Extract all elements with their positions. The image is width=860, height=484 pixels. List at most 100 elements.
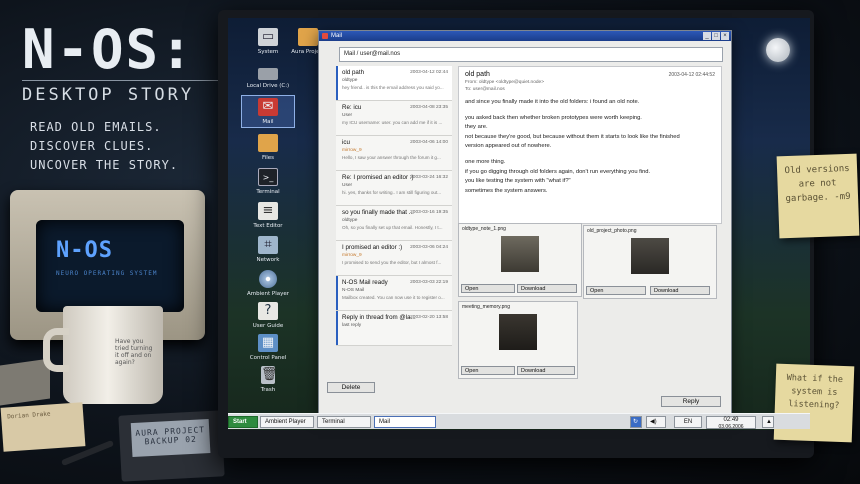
body-line: version appeared out of nowhere. [465, 143, 552, 150]
message-item[interactable]: old path 2003-04-12 02:44 oldtype hey frien… [336, 66, 452, 101]
message-reader: old path 2003-04-12 02:44:52 From: oldty… [458, 66, 722, 224]
attachment-card: old_project_photo.png Open Download [583, 225, 717, 299]
trash-icon: 🗑 [261, 366, 278, 384]
body-line: not because they're good, but because wi… [465, 133, 680, 140]
icon-label: Terminal [256, 189, 280, 195]
coffee-mug: Have you tried turning it off and on aga… [43, 306, 163, 404]
message-from: mirrow_9 [342, 148, 362, 153]
notification-bell-icon[interactable]: ▲ [762, 416, 774, 428]
open-message-to: To: user@mail.nos [465, 86, 505, 92]
mug-text: Have you tried turning it off and on aga… [115, 338, 153, 366]
terminal-icon: >_ [258, 168, 278, 186]
message-from: mirrow_9 [342, 253, 362, 258]
icon-label: Local Drive (C:) [246, 83, 290, 89]
message-preview: Oh, so you finally set up that email. Ho… [342, 225, 443, 230]
clock-time: 02:49 [723, 417, 739, 423]
desktop-icon-control-panel[interactable]: ▦ Control Panel [242, 334, 294, 361]
message-item[interactable]: Re: icu 2003-04-08 23:35 User my ICU userna… [336, 101, 452, 136]
taskbar: Start Ambient Player Terminal Mail ↻ ◀) … [228, 413, 810, 430]
message-date: 2003-03-03 22:19 [410, 280, 448, 285]
attachment-name: old_project_photo.png [587, 228, 637, 234]
message-item[interactable]: Reply in thread from @la... 2003-02-20 13… [336, 311, 452, 346]
message-date: 2003-03-16 19:35 [410, 210, 448, 215]
folder-icon [298, 28, 318, 46]
scene-background: N-OS: DESKTOP STORY READ OLD EMAILS. DIS… [0, 0, 860, 484]
message-item[interactable]: Re: I promised an editor :) 2003-03-24 16… [336, 171, 452, 206]
desktop-icon-trash[interactable]: 🗑 Trash [242, 366, 294, 393]
open-button[interactable]: Open [586, 286, 646, 295]
download-button[interactable]: Download [517, 284, 577, 293]
moon [766, 38, 790, 62]
message-preview: I promised to send you the editor, but I… [342, 260, 442, 265]
desktop-icon-local-drive[interactable]: Local Drive (C:) [242, 64, 294, 89]
icon-label: Files [261, 155, 275, 161]
message-item[interactable]: so you finally made that ... 2003-03-16 1… [336, 206, 452, 241]
sticky-note: What if the system is listening? [773, 363, 855, 443]
open-button[interactable]: Open [461, 366, 515, 375]
attachment-card: oldtype_note_1.png Open Download [458, 223, 582, 297]
icon-label: User Guide [252, 323, 284, 329]
crt-title: N-OS [56, 238, 113, 263]
message-item[interactable]: icu 2003-04-06 14:00 mirrow_9 Hello, I saw … [336, 136, 452, 171]
message-preview: my ICU username: user. you can add me if… [342, 120, 443, 125]
minimize-icon[interactable]: _ [703, 32, 711, 40]
message-from: oldtype [342, 78, 358, 83]
help-icon: ? [258, 302, 278, 320]
message-preview: hey friend.. is this the email address y… [342, 85, 444, 90]
desktop-icon-files[interactable]: Files [242, 134, 294, 161]
floppy-disk: AURA PROJECT BACKUP 02 [118, 410, 225, 482]
tagline: DISCOVER CLUES. [30, 139, 154, 153]
clock[interactable]: 02:49 03.06.2006 [706, 416, 756, 430]
network-tray-icon[interactable]: ↻ [630, 416, 642, 428]
close-icon[interactable]: × [721, 32, 729, 40]
crt-screen: N-OS NEURO OPERATING SYSTEM [36, 220, 184, 312]
paper-card: Dorian Drake [0, 402, 86, 452]
delete-button[interactable]: Delete [327, 382, 375, 393]
taskbar-item-ambient-player[interactable]: Ambient Player [260, 416, 314, 428]
body-line: and since you finally made it into the o… [465, 99, 640, 105]
floppy-label: AURA PROJECT BACKUP 02 [130, 419, 211, 458]
download-button[interactable]: Download [517, 366, 575, 375]
desktop-icon-network[interactable]: ⌗ Network [242, 236, 294, 263]
taskbar-item-terminal[interactable]: Terminal [317, 416, 371, 428]
taskbar-item-mail[interactable]: Mail [374, 416, 436, 428]
attachment-thumbnail [499, 314, 537, 350]
open-message-body: and since you finally made it into the o… [465, 98, 715, 196]
message-date: 2003-02-20 13:58 [410, 315, 448, 320]
window-title: Mail [331, 33, 343, 39]
desktop-icon-ambient-player[interactable]: Ambient Player [242, 270, 294, 297]
address-bar[interactable]: Mail / user@mail.nos [339, 47, 723, 62]
keyboard-edge [0, 358, 50, 406]
language-indicator[interactable]: EN [674, 416, 702, 428]
desktop-icon-text-editor[interactable]: ≡ Text Editor [242, 202, 294, 229]
maximize-icon[interactable]: □ [712, 32, 720, 40]
icon-label: Mail [262, 119, 274, 125]
desktop-icon-user-guide[interactable]: ? User Guide [242, 302, 294, 329]
attachment-name: meeting_memory.png [462, 304, 510, 310]
attachment-card: meeting_memory.png Open Download [458, 301, 578, 379]
attachment-thumbnail [501, 236, 539, 272]
mail-window: Mail _ □ × Mail / user@mail.nos old path… [318, 30, 732, 414]
desktop-icon-terminal[interactable]: >_ Terminal [242, 168, 294, 195]
message-item[interactable]: N-OS Mail ready 2003-03-03 22:19 N-OS Mail… [336, 276, 452, 311]
attachment-thumbnail [631, 238, 669, 274]
sticky-note: Old versions are not garbage. -m9 [776, 153, 860, 239]
window-titlebar[interactable]: Mail _ □ × [319, 31, 731, 41]
logo-title: N-OS: [22, 18, 195, 81]
mail-icon [322, 33, 328, 39]
body-line: sometimes the system answers. [465, 187, 548, 194]
desktop-icon-mail[interactable]: ✉ Mail [241, 95, 295, 128]
download-button[interactable]: Download [650, 286, 710, 295]
body-line: one more thing. [465, 158, 506, 165]
volume-icon[interactable]: ◀) [646, 416, 666, 428]
body-line: you asked back then whether broken proto… [465, 114, 642, 121]
drive-icon [258, 68, 278, 80]
computer-icon: ▭ [258, 28, 278, 46]
open-button[interactable]: Open [461, 284, 515, 293]
reply-button[interactable]: Reply [661, 396, 721, 407]
icon-label: Network [256, 257, 280, 263]
body-line: if you go digging through old folders ag… [465, 168, 651, 175]
start-button[interactable]: Start [228, 416, 258, 428]
message-item[interactable]: I promised an editor :) 2003-03-06 04:24 m… [336, 241, 452, 276]
open-message-meta: From: oldtype <oldtype@quiet.node> To: u… [465, 80, 715, 93]
